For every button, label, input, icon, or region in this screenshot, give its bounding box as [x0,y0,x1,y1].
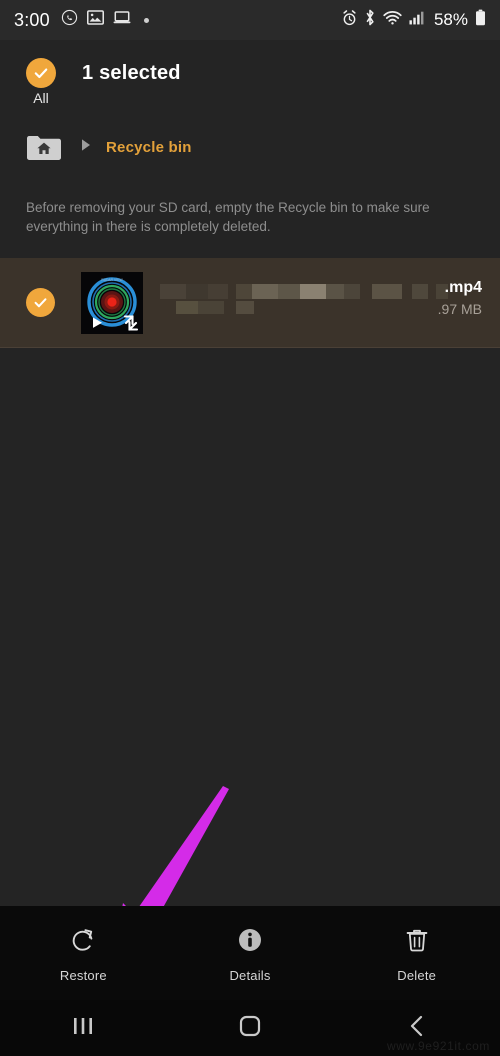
selected-count: 1 selected [82,62,181,84]
status-bar: 3:00 58% [0,0,500,40]
restore-label: Restore [59,968,107,983]
signal-icon [409,10,424,30]
delete-label: Delete [397,968,437,983]
censored-filename-overlay [160,282,448,322]
select-all-checkbox[interactable] [26,58,56,88]
video-thumbnail[interactable]: RADAR VIEW [81,272,143,334]
wifi-icon [383,10,402,30]
trash-icon [403,926,431,959]
info-icon [236,926,264,959]
chevron-right-icon [80,138,92,157]
laptop-icon [113,10,131,30]
alarm-icon [342,9,357,31]
svg-text:RADAR VIEW: RADAR VIEW [101,278,123,282]
action-bar: Restore Details Delete [0,906,500,1000]
notification-dot [143,17,149,23]
status-bar-right: 58% [342,9,486,31]
status-bar-left: 3:00 [14,9,149,31]
breadcrumb: Recycle bin [0,124,500,170]
home-button[interactable] [167,1014,334,1043]
gallery-icon [86,10,104,30]
checkmark-icon [26,288,55,317]
battery-percent: 58% [433,10,468,29]
whatsapp-icon [61,9,78,31]
home-icon [238,1014,262,1043]
restore-icon [69,926,97,959]
watermark: www.9e921it.com [386,1039,490,1053]
details-label: Details [229,968,271,983]
details-button[interactable]: Details [167,906,334,983]
navigation-bar: www.9e921it.com [0,1000,500,1056]
delete-button[interactable]: Delete [333,906,500,983]
recents-button[interactable] [0,1015,167,1042]
select-all-label: All [33,90,49,106]
status-time: 3:00 [14,9,50,30]
phone-screen: 3:00 58% All 1 selected Recycle bin Befo… [0,0,500,1056]
selection-header: All 1 selected [0,40,500,114]
recycle-bin-note: Before removing your SD card, empty the … [26,200,430,234]
recents-icon [70,1015,96,1042]
breadcrumb-current[interactable]: Recycle bin [106,139,192,156]
file-name: .mp4 [444,279,482,296]
battery-icon [475,9,486,31]
file-meta: .mp4 .97 MB [438,278,482,319]
file-size: .97 MB [437,301,482,317]
restore-button[interactable]: Restore [0,906,167,983]
home-folder-icon[interactable] [26,133,62,161]
checkmark-icon [26,58,56,88]
row-checkbox[interactable] [26,288,55,317]
bluetooth-icon [364,9,376,31]
